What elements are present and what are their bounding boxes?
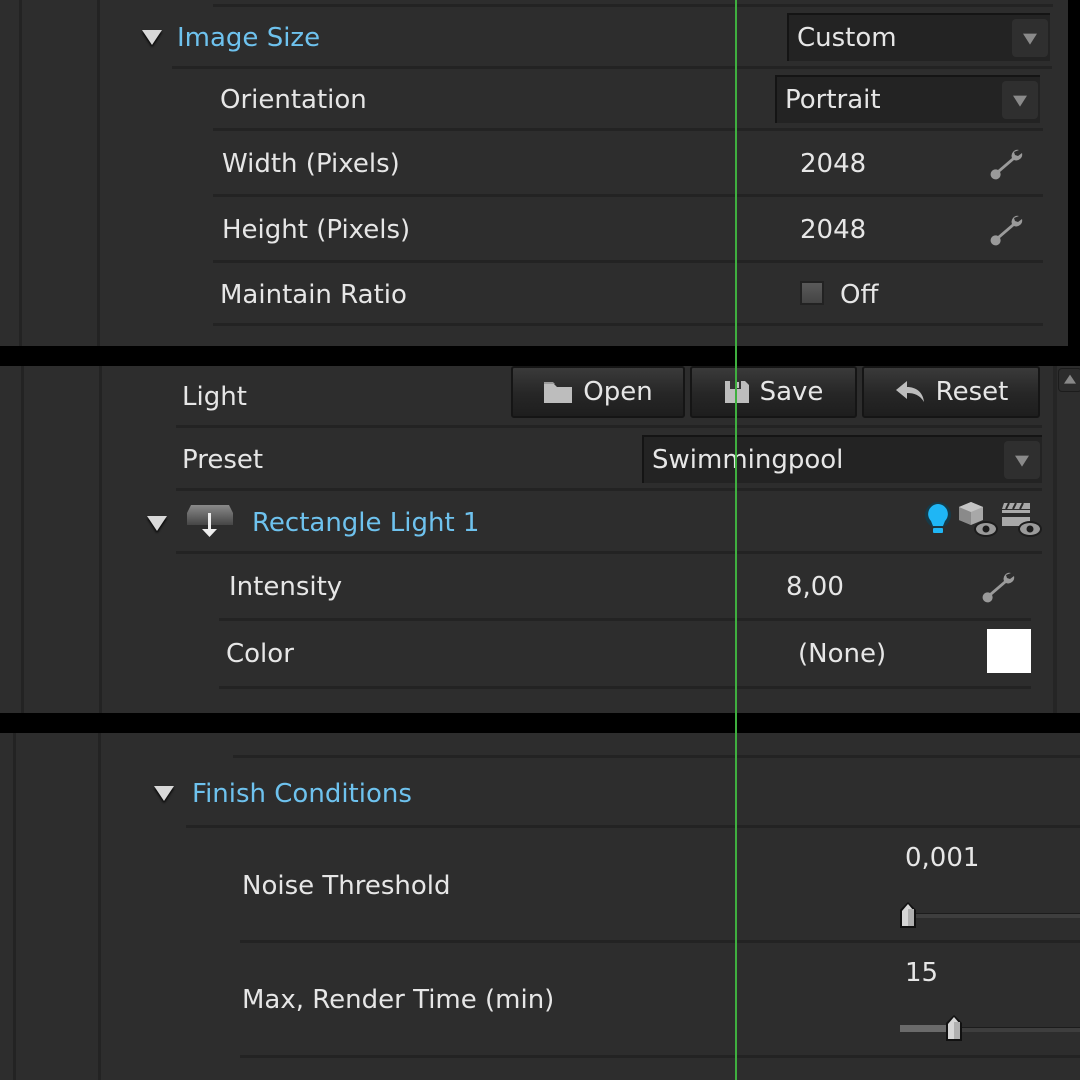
divider xyxy=(176,551,1042,554)
divider xyxy=(219,618,1031,621)
divider xyxy=(98,733,101,1080)
max-render-time-value[interactable]: 15 xyxy=(905,960,938,986)
divider xyxy=(99,366,102,713)
color-texture-value[interactable]: (None) xyxy=(798,641,886,667)
row-label-maintain-ratio: Maintain Ratio xyxy=(220,280,407,310)
divider xyxy=(213,128,1043,131)
row-label-width: Width (Pixels) xyxy=(222,149,400,179)
collapse-triangle-icon[interactable] xyxy=(154,786,174,801)
height-value-field[interactable]: 2048 xyxy=(800,217,866,243)
chevron-down-icon[interactable] xyxy=(1004,441,1040,479)
noise-threshold-value[interactable]: 0,001 xyxy=(905,845,979,871)
scrollbar-track[interactable] xyxy=(1053,366,1057,713)
undo-arrow-icon xyxy=(895,381,924,402)
row-label-orientation: Orientation xyxy=(220,85,367,115)
dropdown-value: Portrait xyxy=(785,85,881,115)
divider xyxy=(213,260,1043,263)
save-button-label: Save xyxy=(759,377,824,407)
chevron-down-icon[interactable] xyxy=(1012,19,1048,57)
divider xyxy=(21,366,24,713)
wrench-icon[interactable] xyxy=(990,212,1024,246)
divider xyxy=(13,733,16,1080)
divider xyxy=(213,194,1043,197)
divider xyxy=(213,4,1053,7)
rectangle-light-icon xyxy=(187,505,233,537)
open-button[interactable]: Open xyxy=(511,366,685,418)
reset-button-label: Reset xyxy=(935,377,1009,407)
divider xyxy=(172,66,1052,69)
preset-dropdown[interactable]: Swimmingpool xyxy=(642,435,1042,483)
divider xyxy=(233,755,1080,758)
row-label-light: Light xyxy=(182,382,247,412)
noise-threshold-slider-track[interactable] xyxy=(900,913,1080,918)
divider xyxy=(97,0,100,346)
finish-conditions-panel: Finish Conditions Noise Threshold 0,001 … xyxy=(0,733,1080,1080)
color-swatch[interactable] xyxy=(987,629,1031,673)
divider xyxy=(240,1055,1080,1058)
divider xyxy=(240,940,1080,943)
max-render-time-slider-thumb[interactable] xyxy=(945,1014,963,1042)
slider-fill xyxy=(900,1025,946,1032)
vertical-guide-line xyxy=(735,0,737,1080)
divider xyxy=(213,323,1043,326)
reset-button[interactable]: Reset xyxy=(862,366,1040,418)
wrench-icon[interactable] xyxy=(982,569,1016,603)
row-label-intensity: Intensity xyxy=(229,572,343,602)
divider xyxy=(176,488,1042,491)
divider xyxy=(219,686,1031,689)
light-panel: Light Open Save Reset Preset Swimmingpoo… xyxy=(0,366,1080,713)
row-label-preset: Preset xyxy=(182,445,264,475)
divider xyxy=(186,825,1080,828)
lightbulb-icon[interactable] xyxy=(922,501,954,537)
folder-icon xyxy=(544,382,573,403)
collapse-triangle-icon[interactable] xyxy=(147,516,167,531)
save-button[interactable]: Save xyxy=(690,366,857,418)
light-group-title[interactable]: Rectangle Light 1 xyxy=(252,510,479,536)
section-title-image-size[interactable]: Image Size xyxy=(177,25,320,51)
section-title-finish-conditions[interactable]: Finish Conditions xyxy=(192,781,412,807)
orientation-dropdown[interactable]: Portrait xyxy=(775,75,1040,123)
checkbox-state-label: Off xyxy=(840,280,879,310)
scroll-up-button[interactable] xyxy=(1058,368,1080,392)
divider xyxy=(176,425,1042,428)
maintain-ratio-checkbox[interactable] xyxy=(800,281,824,305)
wrench-icon[interactable] xyxy=(990,146,1024,180)
width-value-field[interactable]: 2048 xyxy=(800,151,866,177)
row-label-color: Color xyxy=(226,639,294,669)
chevron-down-icon[interactable] xyxy=(1002,81,1038,119)
intensity-value-field[interactable]: 8,00 xyxy=(786,574,844,600)
row-label-height: Height (Pixels) xyxy=(222,215,411,245)
dropdown-value: Custom xyxy=(797,23,897,53)
open-button-label: Open xyxy=(583,377,653,407)
divider xyxy=(19,0,22,346)
image-size-panel: Image Size Custom Orientation Portrait W… xyxy=(0,0,1080,346)
collapse-triangle-icon[interactable] xyxy=(142,30,162,45)
noise-threshold-slider-thumb[interactable] xyxy=(899,901,917,929)
object-visibility-icon[interactable] xyxy=(958,500,1000,540)
dropdown-value: Swimmingpool xyxy=(652,445,844,475)
render-visibility-icon[interactable] xyxy=(1000,500,1044,540)
row-label-noise-threshold: Noise Threshold xyxy=(242,871,451,901)
image-size-dropdown[interactable]: Custom xyxy=(787,13,1050,61)
row-label-max-render-time: Max, Render Time (min) xyxy=(242,985,555,1015)
